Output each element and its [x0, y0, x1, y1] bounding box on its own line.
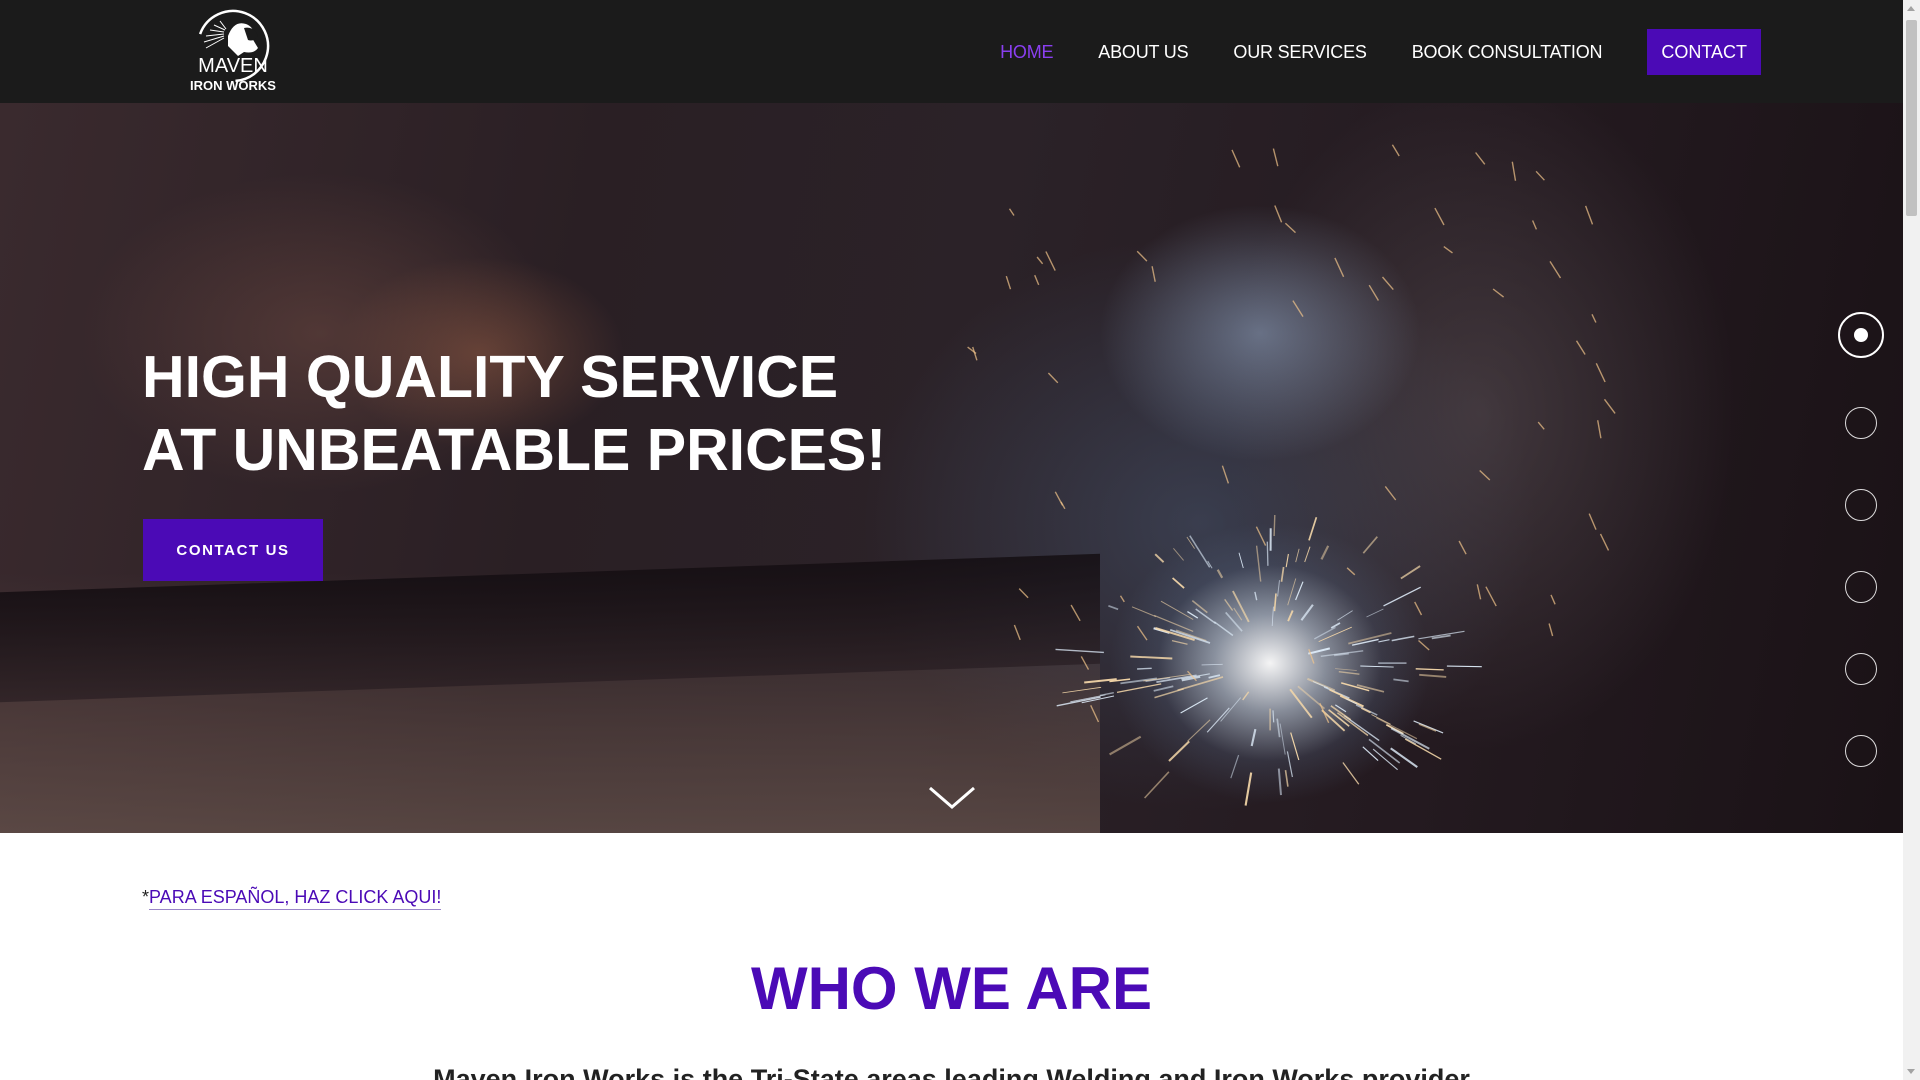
scroll-thumb[interactable]: [1906, 20, 1917, 216]
welder-logo-icon: MAVEN IRON WORKS: [190, 9, 276, 93]
nav-home[interactable]: HOME: [1000, 42, 1053, 63]
main-nav: HOME ABOUT US OUR SERVICES BOOK CONSULTA…: [955, 29, 1761, 75]
nav-contact-button[interactable]: CONTACT: [1647, 29, 1761, 75]
maven-logo[interactable]: MAVEN IRON WORKS: [184, 8, 282, 96]
spanish-link-prefix: *: [142, 887, 150, 907]
hero-title: HIGH QUALITY SERVICE AT UNBEATABLE PRICE…: [142, 341, 886, 487]
nav-about-us[interactable]: ABOUT US: [1098, 42, 1188, 63]
slide-dot-5[interactable]: [1845, 653, 1877, 685]
nav-book-consultation[interactable]: BOOK CONSULTATION: [1412, 42, 1603, 63]
scroll-up-arrow-icon[interactable]: [1907, 6, 1915, 11]
svg-text:MAVEN: MAVEN: [198, 55, 268, 77]
hero-banner: HIGH QUALITY SERVICE AT UNBEATABLE PRICE…: [0, 103, 1903, 833]
hero-title-line1: HIGH QUALITY SERVICE: [142, 344, 839, 410]
slide-dot-4[interactable]: [1845, 571, 1877, 603]
slide-dot-1[interactable]: [1838, 312, 1884, 358]
site-header: MAVEN IRON WORKS HOME ABOUT US OUR SERVI…: [0, 0, 1903, 103]
hero-title-line2: AT UNBEATABLE PRICES!: [142, 417, 887, 483]
who-we-are-heading: WHO WE ARE: [750, 955, 1153, 1022]
spanish-link-line: *PARA ESPAÑOL, HAZ CLICK AQUI!: [142, 887, 442, 910]
contact-us-button[interactable]: CONTACT US: [143, 519, 323, 581]
page-scrollbar[interactable]: [1903, 0, 1920, 1080]
spanish-link[interactable]: PARA ESPAÑOL, HAZ CLICK AQUI!: [149, 887, 442, 910]
slide-dot-6[interactable]: [1845, 735, 1877, 767]
slide-dot-2[interactable]: [1845, 407, 1877, 439]
who-we-are-intro: Maven Iron Works is the Tri-State areas …: [433, 1064, 1470, 1080]
slide-dot-3[interactable]: [1845, 489, 1877, 521]
svg-text:IRON WORKS: IRON WORKS: [190, 78, 276, 93]
chevron-down-icon[interactable]: [928, 785, 976, 811]
scroll-down-arrow-icon[interactable]: [1907, 1069, 1915, 1074]
nav-our-services[interactable]: OUR SERVICES: [1233, 42, 1367, 63]
